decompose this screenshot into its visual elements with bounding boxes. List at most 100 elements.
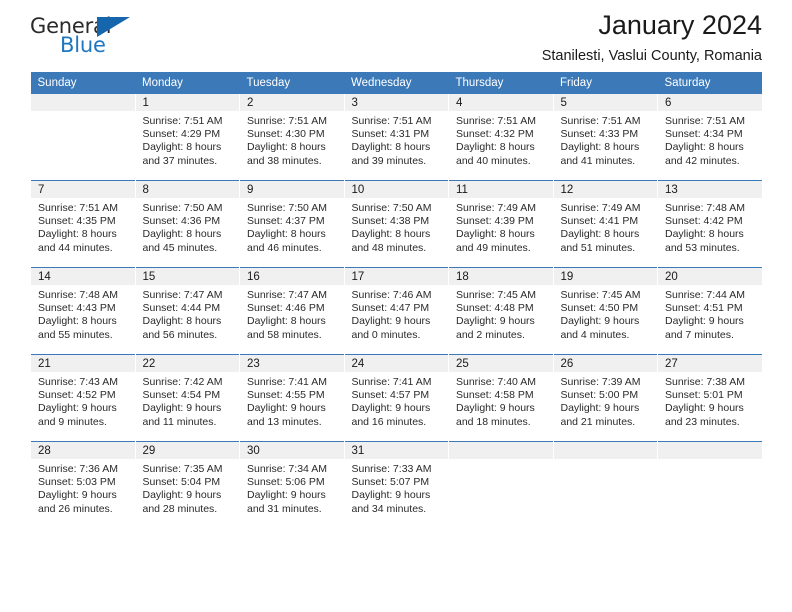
calendar-day-cell[interactable]: 18 Sunrise: 7:45 AM Sunset: 4:48 PM Dayligh… <box>448 267 553 355</box>
day-number <box>658 442 762 459</box>
day-number: 23 <box>240 355 344 372</box>
sunset-text: Sunset: 4:37 PM <box>247 215 325 228</box>
day-number: 26 <box>553 355 657 372</box>
daylight-text-cont: and 38 minutes. <box>247 154 322 167</box>
daylight-text: Daylight: 9 hours <box>247 489 326 502</box>
day-details: Sunrise: 7:51 AM Sunset: 4:29 PM Daylight:… <box>136 111 240 168</box>
calendar-week-row: 1 Sunrise: 7:51 AM Sunset: 4:29 PM Daylight… <box>30 94 762 181</box>
daylight-text-cont: and 28 minutes. <box>142 502 218 515</box>
calendar-day-cell[interactable]: 1 Sunrise: 7:51 AM Sunset: 4:29 PM Daylight… <box>134 94 240 181</box>
sunrise-text: Sunrise: 7:51 AM <box>38 202 118 214</box>
calendar-day-cell[interactable]: 17 Sunrise: 7:46 AM Sunset: 4:47 PM Dayligh… <box>343 267 449 355</box>
calendar-day-cell[interactable]: 29 Sunrise: 7:35 AM Sunset: 5:04 PM Dayligh… <box>134 441 240 528</box>
calendar-day-cell[interactable]: 19 Sunrise: 7:45 AM Sunset: 4:50 PM Dayligh… <box>552 267 658 355</box>
sunrise-text: Sunrise: 7:49 AM <box>456 202 536 214</box>
daylight-text-cont: and 48 minutes. <box>351 241 427 254</box>
calendar-day-cell[interactable]: 13 Sunrise: 7:48 AM Sunset: 4:42 PM Dayligh… <box>657 180 762 268</box>
sunset-text: Sunset: 5:07 PM <box>351 476 430 489</box>
calendar-day-cell[interactable]: 9 Sunrise: 7:50 AM Sunset: 4:37 PM Daylight… <box>239 180 344 268</box>
day-number: 21 <box>31 355 135 372</box>
generalblue-logo[interactable]: General Blue <box>30 14 150 66</box>
daylight-text: Daylight: 9 hours <box>142 489 222 502</box>
daylight-text-cont: and 7 minutes. <box>665 328 734 341</box>
sunset-text: Sunset: 5:01 PM <box>665 389 743 402</box>
calendar-day-cell[interactable]: 8 Sunrise: 7:50 AM Sunset: 4:36 PM Daylight… <box>134 180 240 268</box>
sunset-text: Sunset: 4:30 PM <box>247 128 325 141</box>
calendar-day-cell[interactable]: 10 Sunrise: 7:50 AM Sunset: 4:38 PM Dayligh… <box>343 180 449 268</box>
calendar-day-cell[interactable]: 16 Sunrise: 7:47 AM Sunset: 4:46 PM Dayligh… <box>239 267 344 355</box>
calendar-day-cell[interactable]: 15 Sunrise: 7:47 AM Sunset: 4:44 PM Dayligh… <box>134 267 240 355</box>
sunset-text: Sunset: 4:36 PM <box>142 215 221 228</box>
calendar-day-cell[interactable]: 14 Sunrise: 7:48 AM Sunset: 4:43 PM Dayligh… <box>30 267 135 355</box>
calendar-day-cell[interactable]: 22 Sunrise: 7:42 AM Sunset: 4:54 PM Dayligh… <box>134 354 240 442</box>
daylight-text: Daylight: 9 hours <box>142 402 222 415</box>
calendar-body: 1 Sunrise: 7:51 AM Sunset: 4:29 PM Daylight… <box>30 94 762 528</box>
sunset-text: Sunset: 4:29 PM <box>142 128 221 141</box>
day-details: Sunrise: 7:49 AM Sunset: 4:39 PM Daylight:… <box>449 198 553 255</box>
day-number <box>449 442 553 459</box>
calendar-day-cell[interactable]: 12 Sunrise: 7:49 AM Sunset: 4:41 PM Dayligh… <box>552 180 658 268</box>
calendar-day-cell[interactable]: 20 Sunrise: 7:44 AM Sunset: 4:51 PM Dayligh… <box>657 267 762 355</box>
calendar-cell-empty <box>448 441 553 528</box>
sunset-text: Sunset: 4:38 PM <box>351 215 430 228</box>
daylight-text: Daylight: 9 hours <box>38 402 117 415</box>
day-details: Sunrise: 7:35 AM Sunset: 5:04 PM Daylight:… <box>136 459 240 516</box>
sunset-text: Sunset: 5:06 PM <box>247 476 325 489</box>
sunrise-text: Sunrise: 7:51 AM <box>142 115 223 127</box>
daylight-text-cont: and 34 minutes. <box>351 502 427 515</box>
sunset-text: Sunset: 4:48 PM <box>456 302 534 315</box>
daylight-text: Daylight: 8 hours <box>665 141 744 154</box>
sunrise-text: Sunrise: 7:51 AM <box>560 115 641 127</box>
calendar-day-cell[interactable]: 25 Sunrise: 7:40 AM Sunset: 4:58 PM Dayligh… <box>448 354 553 442</box>
calendar-day-cell[interactable]: 26 Sunrise: 7:39 AM Sunset: 5:00 PM Dayligh… <box>552 354 658 442</box>
day-details: Sunrise: 7:33 AM Sunset: 5:07 PM Daylight:… <box>345 459 449 516</box>
calendar-day-cell[interactable]: 7 Sunrise: 7:51 AM Sunset: 4:35 PM Daylight… <box>30 180 135 268</box>
day-details: Sunrise: 7:43 AM Sunset: 4:52 PM Daylight:… <box>31 372 135 429</box>
day-details: Sunrise: 7:34 AM Sunset: 5:06 PM Daylight:… <box>240 459 344 516</box>
day-details: Sunrise: 7:36 AM Sunset: 5:03 PM Daylight:… <box>31 459 135 516</box>
day-number: 24 <box>344 355 448 372</box>
daylight-text-cont: and 40 minutes. <box>456 154 531 167</box>
day-number: 18 <box>449 268 553 285</box>
calendar-day-cell[interactable]: 24 Sunrise: 7:41 AM Sunset: 4:57 PM Dayligh… <box>343 354 449 442</box>
calendar-day-cell[interactable]: 3 Sunrise: 7:51 AM Sunset: 4:31 PM Daylight… <box>343 94 449 181</box>
daylight-text-cont: and 42 minutes. <box>665 154 740 167</box>
day-number: 31 <box>344 442 448 459</box>
daylight-text-cont: and 16 minutes. <box>351 415 427 428</box>
calendar-day-cell[interactable]: 31 Sunrise: 7:33 AM Sunset: 5:07 PM Dayligh… <box>343 441 449 528</box>
day-number: 9 <box>240 181 344 198</box>
sunrise-text: Sunrise: 7:43 AM <box>38 376 118 388</box>
daylight-text: Daylight: 8 hours <box>456 228 535 241</box>
daylight-text-cont: and 4 minutes. <box>560 328 630 341</box>
daylight-text: Daylight: 9 hours <box>456 402 535 415</box>
sunset-text: Sunset: 5:04 PM <box>142 476 221 489</box>
weekday-header-thursday: Thursday <box>448 72 553 94</box>
sunrise-text: Sunrise: 7:48 AM <box>665 202 745 214</box>
calendar-day-cell[interactable]: 30 Sunrise: 7:34 AM Sunset: 5:06 PM Dayligh… <box>239 441 344 528</box>
calendar-day-cell[interactable]: 28 Sunrise: 7:36 AM Sunset: 5:03 PM Dayligh… <box>30 441 135 528</box>
calendar-day-cell[interactable]: 6 Sunrise: 7:51 AM Sunset: 4:34 PM Daylight… <box>657 94 762 181</box>
page-title: January 2024 <box>598 10 762 40</box>
daylight-text-cont: and 41 minutes. <box>560 154 636 167</box>
day-details: Sunrise: 7:50 AM Sunset: 4:38 PM Daylight:… <box>345 198 449 255</box>
sunrise-text: Sunrise: 7:39 AM <box>560 376 641 388</box>
daylight-text-cont: and 11 minutes. <box>142 415 217 428</box>
calendar-day-cell[interactable]: 21 Sunrise: 7:43 AM Sunset: 4:52 PM Dayligh… <box>30 354 135 442</box>
calendar-day-cell[interactable]: 11 Sunrise: 7:49 AM Sunset: 4:39 PM Dayligh… <box>448 180 553 268</box>
calendar-day-cell[interactable]: 23 Sunrise: 7:41 AM Sunset: 4:55 PM Dayligh… <box>239 354 344 442</box>
calendar-day-cell[interactable]: 27 Sunrise: 7:38 AM Sunset: 5:01 PM Dayligh… <box>657 354 762 442</box>
sunset-text: Sunset: 4:34 PM <box>665 128 743 141</box>
day-number: 13 <box>658 181 762 198</box>
calendar-page: General Blue January 2024 Stanilesti, Va… <box>0 0 792 612</box>
calendar-week-row: 7 Sunrise: 7:51 AM Sunset: 4:35 PM Daylight… <box>30 180 762 268</box>
calendar-day-cell[interactable]: 4 Sunrise: 7:51 AM Sunset: 4:32 PM Daylight… <box>448 94 553 181</box>
sunrise-text: Sunrise: 7:51 AM <box>351 115 432 127</box>
calendar-day-cell[interactable]: 5 Sunrise: 7:51 AM Sunset: 4:33 PM Daylight… <box>552 94 658 181</box>
sunrise-text: Sunrise: 7:47 AM <box>142 289 223 301</box>
calendar-day-cell[interactable]: 2 Sunrise: 7:51 AM Sunset: 4:30 PM Daylight… <box>239 94 344 181</box>
weekday-header-saturday: Saturday <box>657 72 762 94</box>
day-details: Sunrise: 7:39 AM Sunset: 5:00 PM Daylight:… <box>554 372 658 429</box>
daylight-text: Daylight: 8 hours <box>142 228 222 241</box>
sunrise-text: Sunrise: 7:40 AM <box>456 376 536 388</box>
day-number <box>553 442 657 459</box>
